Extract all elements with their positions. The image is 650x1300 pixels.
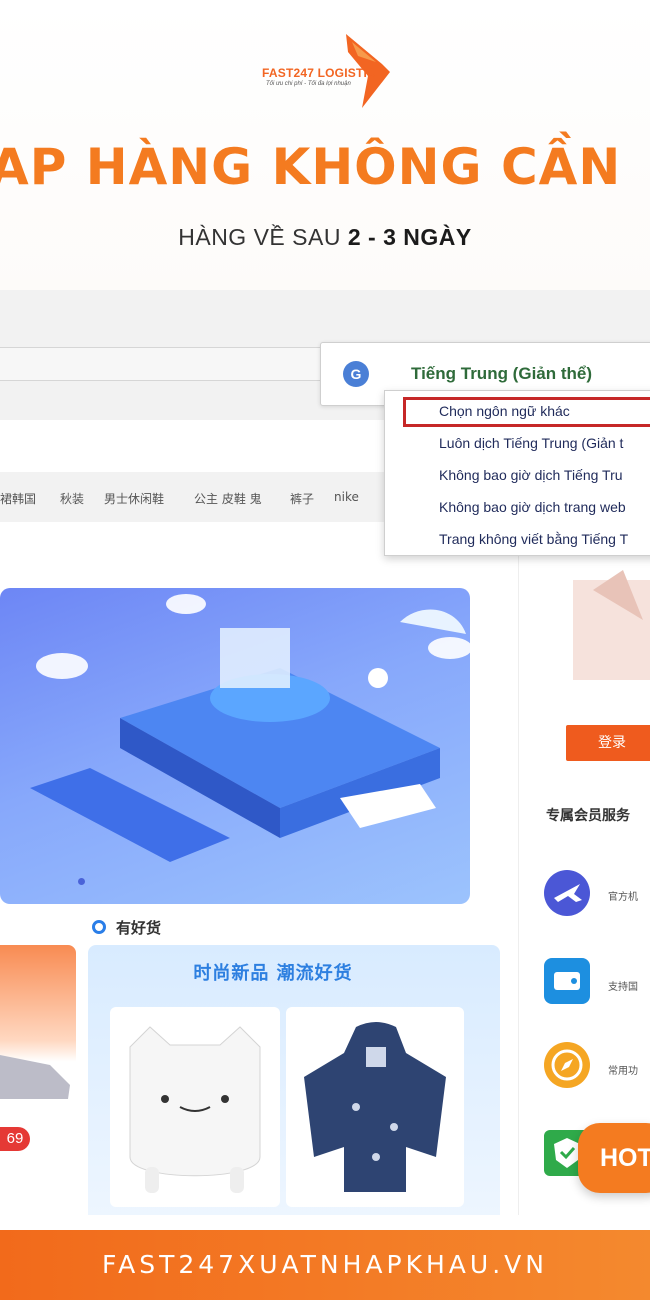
subheadline: HÀNG VỀ SAU 2 - 3 NGÀY — [0, 224, 650, 251]
shoe-image — [0, 1055, 70, 1099]
category-item[interactable]: 公主 皮鞋 鬼 — [194, 490, 262, 507]
service-text: 支持国 — [608, 982, 638, 993]
menu-item-always-translate[interactable]: Luôn dịch Tiếng Trung (Giản t — [439, 435, 623, 451]
plane-icon[interactable] — [544, 870, 590, 916]
product-card[interactable] — [286, 1007, 464, 1207]
google-translate-icon[interactable]: G — [343, 361, 369, 387]
category-strip: 裙韩国 秋装 男士休闲鞋 公主 皮鞋 鬼 裤子 nike — [0, 472, 390, 522]
product-card[interactable] — [110, 1007, 280, 1207]
good-section-icon — [92, 920, 106, 934]
left-product-card[interactable] — [0, 945, 76, 1157]
subheadline-highlight: 2 - 3 NGÀY — [347, 224, 472, 250]
current-language-label[interactable]: Tiếng Trung (Giản thể) — [411, 364, 592, 384]
category-item[interactable]: 男士休闲鞋 — [104, 490, 164, 507]
menu-item-not-this-language[interactable]: Trang không viết bằng Tiếng T — [439, 531, 628, 547]
good-card-title: 时尚新品 潮流好货 — [193, 963, 353, 984]
menu-item-choose-language[interactable]: Chọn ngôn ngữ khác — [439, 403, 570, 419]
headline: AP HÀNG KHÔNG CẦN — [0, 138, 622, 196]
hot-button[interactable]: HOT — [578, 1123, 650, 1193]
logo-text: FAST247 LOGISTIC — [262, 66, 376, 80]
carousel-dot[interactable] — [78, 878, 85, 885]
service-text: 常用功 — [608, 1066, 638, 1077]
service-text: 官方机 — [608, 892, 638, 903]
hero-banner[interactable] — [0, 588, 470, 904]
good-card[interactable]: 时尚新品 潮流好货 — [88, 945, 500, 1215]
factory-illustration — [30, 594, 470, 862]
price-badge: 69 — [0, 1127, 30, 1151]
address-bar[interactable] — [0, 347, 341, 381]
user-sidebar — [518, 520, 650, 1215]
cat-cup-image — [129, 1026, 261, 1193]
menu-item-never-translate-site[interactable]: Không bao giờ dịch trang web — [439, 499, 626, 515]
compass-icon[interactable] — [544, 1042, 590, 1088]
logo-tagline: Tối ưu chi phí - Tối đa lợi nhuận — [266, 81, 351, 87]
menu-item-never-translate-language[interactable]: Không bao giờ dịch Tiếng Tru — [439, 467, 623, 483]
footer-website[interactable]: FAST247XUATNHAPKHAU.VN — [0, 1250, 650, 1279]
category-item[interactable]: 秋装 — [60, 490, 84, 507]
raincoat-image — [304, 1022, 446, 1192]
login-button[interactable]: 登录 — [566, 725, 650, 761]
category-item[interactable]: nike — [334, 490, 359, 504]
promo-bag-image — [573, 570, 650, 680]
good-section-title: 有好货 — [116, 919, 162, 937]
browser-screenshot: 裙韩国 秋装 男士休闲鞋 公主 皮鞋 鬼 裤子 nike 69 有好货 时尚新品… — [0, 290, 650, 1215]
translate-menu: Chọn ngôn ngữ khác Luôn dịch Tiếng Trung… — [384, 390, 650, 556]
category-item[interactable]: 裙韩国 — [0, 490, 36, 507]
subheadline-prefix: HÀNG VỀ SAU — [178, 224, 348, 250]
footer-bar: FAST247XUATNHAPKHAU.VN — [0, 1230, 650, 1300]
promo-header: FAST247 LOGISTIC Tối ưu chi phí - Tối đa… — [0, 0, 650, 290]
wallet-icon[interactable] — [544, 958, 590, 1004]
category-item[interactable]: 裤子 — [290, 490, 314, 507]
member-services-title: 专属会员服务 — [546, 808, 630, 824]
